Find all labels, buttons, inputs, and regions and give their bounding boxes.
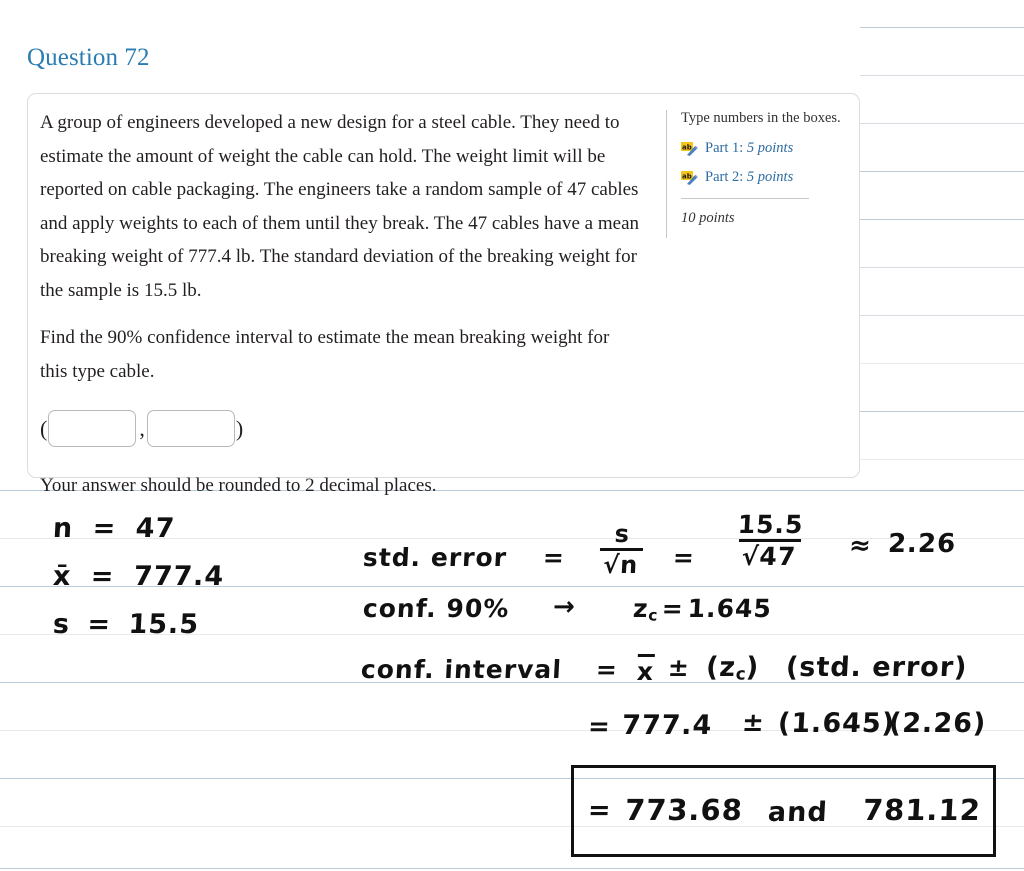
part-2-points: 5 points (746, 169, 794, 185)
hw-z-critical: zc =1.645 (632, 594, 773, 625)
hw-se-value-denominator: √47 (737, 539, 802, 571)
rule-line (860, 27, 1024, 28)
question-card: A group of engineers developed a new des… (27, 93, 860, 496)
hw-std-error-approx-sign: ≈ (848, 531, 873, 561)
rule-line (0, 586, 1024, 587)
part-2-name: Part 2 (705, 169, 740, 185)
rule-line (0, 538, 1024, 539)
info-instruction: Type numbers in the boxes. (681, 110, 841, 126)
part-2-label: Part 2: 5 points (705, 169, 793, 186)
hw-substitution-z: (1.645) (777, 708, 896, 739)
rule-line (0, 682, 1024, 683)
hw-substitution-plusminus: ± (741, 708, 766, 738)
open-paren: ( (40, 415, 48, 441)
upper-bound-input[interactable] (146, 410, 235, 447)
ab-pencil-icon: ab (681, 170, 698, 185)
hw-confidence-arrow-icon: → (552, 592, 577, 622)
part-1-row[interactable]: ab Part 1: 5 points (681, 140, 846, 157)
rule-line (860, 459, 1024, 460)
final-answer-box-outline (571, 765, 996, 857)
part-1-points: 5 points (746, 140, 794, 156)
rule-line (860, 75, 1024, 76)
ab-pencil-icon: ab (681, 141, 698, 156)
rule-line (860, 267, 1024, 268)
part-2-row[interactable]: ab Part 2: 5 points (681, 169, 846, 186)
rule-line (860, 315, 1024, 316)
question-paragraph-2: Find the 90% confidence interval to esti… (40, 327, 610, 382)
lower-bound-input[interactable] (48, 410, 137, 447)
rule-line (860, 123, 1024, 124)
hw-se-formula-numerator: s (613, 520, 631, 548)
part-2-separator: : (739, 169, 747, 185)
page-title: Question 72 (27, 44, 150, 71)
rule-line (860, 219, 1024, 220)
interval-separator: , (139, 415, 145, 441)
hw-confidence-label: conf. 90% (362, 594, 511, 623)
points-divider (681, 198, 809, 199)
rule-line (860, 411, 1024, 412)
total-points-label: 10 points (681, 210, 735, 226)
svg-text:ab: ab (682, 172, 692, 180)
hw-std-error-eq1: = (542, 543, 566, 572)
question-info-panel: Type numbers in the boxes. ab Part 1: 5 … (666, 110, 846, 238)
rule-line (0, 730, 1024, 731)
question-body: A group of engineers developed a new des… (40, 106, 640, 525)
part-1-name: Part 1 (705, 140, 740, 156)
answer-interval-row: ( , ) (40, 410, 640, 447)
hw-substitution-mean: 777.4 (621, 710, 714, 741)
hw-std-error-result: 2.26 (887, 529, 957, 559)
hw-substitution-se: (2.26) (888, 708, 988, 739)
part-1-label: Part 1: 5 points (705, 140, 793, 157)
question-paragraph-3: Your answer should be rounded to 2 decim… (40, 475, 437, 496)
hw-interval-formula-eq: = (595, 655, 619, 684)
svg-text:ab: ab (682, 143, 692, 151)
rule-line (860, 363, 1024, 364)
hw-interval-formula-seterm: (std. error) (785, 652, 969, 683)
hw-interval-formula-xbar: x (636, 657, 655, 686)
hw-substitution-eq: = (587, 712, 612, 742)
rule-line (860, 171, 1024, 172)
hw-se-value-numerator: 15.5 (737, 510, 805, 539)
part-1-separator: : (739, 140, 747, 156)
hw-se-formula-denominator: √n (598, 548, 644, 579)
rule-line (0, 634, 1024, 635)
hw-std-error-eq2: = (672, 543, 696, 572)
rule-line (0, 868, 1024, 869)
hw-interval-formula-plusminus: ± (667, 653, 691, 682)
question-paragraph-1: A group of engineers developed a new des… (40, 112, 640, 301)
hw-std-error-label: std. error (362, 543, 508, 572)
close-paren: ) (235, 415, 244, 441)
hw-interval-formula-label: conf. interval (360, 655, 563, 684)
hw-given-s: s = 15.5 (52, 609, 200, 640)
hw-std-error-value-fraction: 15.5 √47 (732, 510, 809, 571)
hw-interval-formula-zterm: (zc) (705, 652, 761, 684)
hw-given-xbar: x̄ = 777.4 (52, 561, 226, 592)
hw-std-error-formula: s √n (598, 520, 645, 579)
